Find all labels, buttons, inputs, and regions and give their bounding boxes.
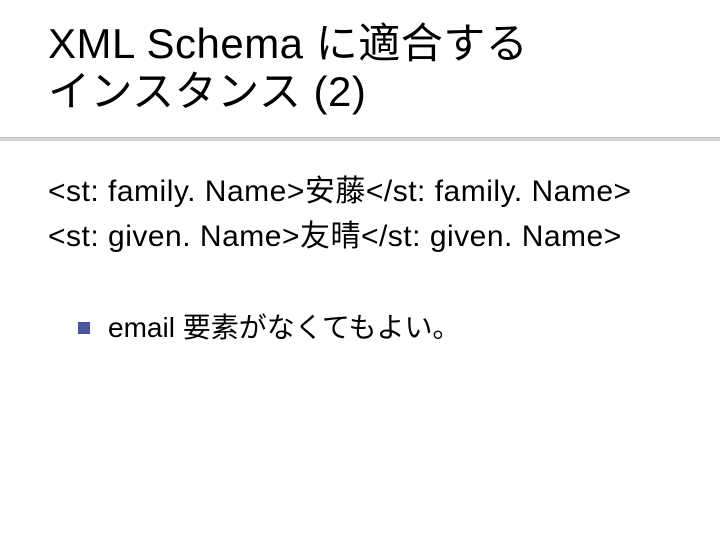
code-line-2: <st: given. Name>友晴</st: given. Name>	[48, 214, 672, 259]
bullet-list: email 要素がなくてもよい。	[48, 307, 672, 349]
list-item: email 要素がなくてもよい。	[78, 307, 672, 349]
slide: XML Schema に適合する インスタンス (2) <st: family.…	[0, 0, 720, 540]
code-line-1: <st: family. Name>安藤</st: family. Name>	[48, 169, 672, 214]
title-line-2: インスタンス (2)	[48, 68, 366, 115]
slide-body: <st: family. Name>安藤</st: family. Name> …	[0, 141, 720, 349]
slide-title: XML Schema に適合する インスタンス (2)	[0, 20, 720, 127]
title-line-1: XML Schema に適合する	[48, 20, 528, 67]
square-bullet-icon	[78, 322, 90, 334]
bullet-text: email 要素がなくてもよい。	[108, 307, 460, 349]
